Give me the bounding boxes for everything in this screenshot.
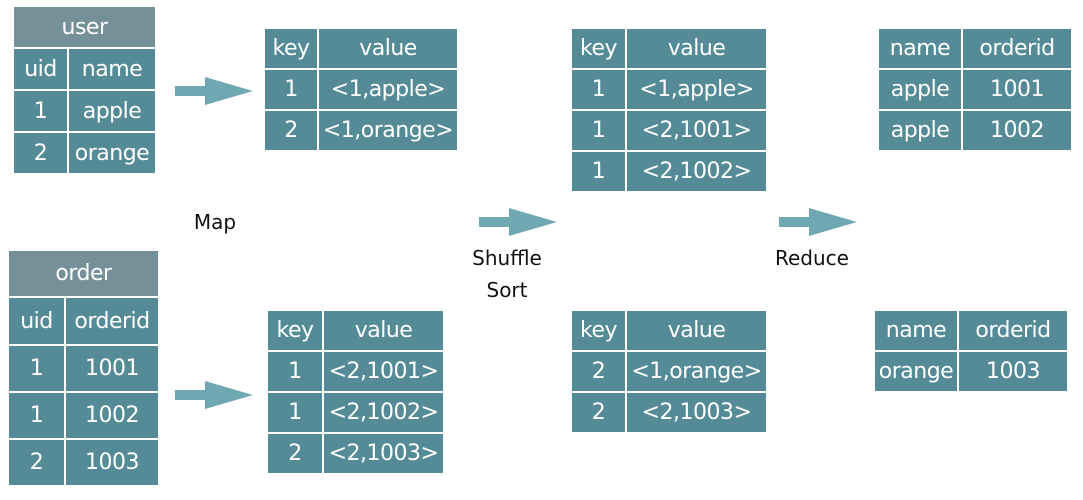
map-stage-label: Map — [193, 210, 237, 234]
reduce-orange-table: name orderid orange 1003 — [873, 309, 1069, 393]
cell: <2,1002> — [627, 152, 766, 191]
cell: 1002 — [66, 393, 158, 438]
cell: apple — [879, 111, 961, 150]
cell: 1 — [572, 111, 625, 150]
arrow-right-icon — [175, 381, 253, 409]
header-cell: orderid — [66, 298, 158, 344]
header-cell: value — [319, 29, 457, 68]
cell: 1 — [9, 346, 64, 391]
table-row: 1 <1,apple> — [572, 70, 766, 109]
cell: <1,apple> — [627, 70, 766, 109]
header-cell: name — [69, 49, 155, 89]
cell: 1 — [9, 393, 64, 438]
order-table: order uid orderid 1 1001 1 1002 2 1003 — [7, 249, 160, 487]
header-cell: key — [572, 311, 625, 350]
table-row: 2 <1,orange> — [265, 111, 457, 150]
header-cell: name — [875, 311, 957, 350]
cell: 2 — [14, 133, 67, 173]
cell: <1,orange> — [627, 352, 766, 391]
cell: apple — [69, 91, 155, 131]
cell: 1 — [265, 70, 317, 109]
shuffle-stage-label: Shuffle — [472, 246, 542, 270]
cell: <2,1001> — [627, 111, 766, 150]
cell: 1003 — [959, 352, 1067, 391]
cell: orange — [69, 133, 155, 173]
table-row: 1 <2,1001> — [572, 111, 766, 150]
cell: <2,1002> — [324, 393, 443, 432]
table-row: apple 1001 — [879, 70, 1071, 109]
reduce-stage-label: Reduce — [775, 246, 849, 270]
table-row: 2 1003 — [9, 440, 158, 485]
header-cell: orderid — [959, 311, 1067, 350]
table-row: 1 apple — [14, 91, 155, 131]
header-cell: key — [265, 29, 317, 68]
cell: orange — [875, 352, 957, 391]
table-row: 2 <2,1003> — [268, 434, 443, 473]
header-cell: key — [572, 29, 625, 68]
table-row: 2 <2,1003> — [572, 393, 766, 432]
table-title: user — [14, 7, 155, 47]
cell: 1 — [572, 70, 625, 109]
cell: 2 — [265, 111, 317, 150]
arrow-right-icon — [479, 208, 557, 236]
table-row: 1 <2,1002> — [268, 393, 443, 432]
shuffle-key1-table: key value 1 <1,apple> 1 <2,1001> 1 <2,10… — [570, 27, 768, 193]
arrow-right-icon — [779, 208, 857, 236]
header-cell: name — [879, 29, 961, 68]
table-row: 1 <1,apple> — [265, 70, 457, 109]
cell: 2 — [572, 352, 625, 391]
header-cell: key — [268, 311, 322, 350]
table-row: 1 1002 — [9, 393, 158, 438]
user-table: user uid name 1 apple 2 orange — [12, 5, 157, 175]
cell: 1 — [14, 91, 67, 131]
cell: 1 — [572, 152, 625, 191]
header-cell: orderid — [963, 29, 1071, 68]
table-title: order — [9, 251, 158, 296]
header-cell: uid — [14, 49, 67, 89]
cell: 1 — [268, 352, 322, 391]
cell: 1002 — [963, 111, 1071, 150]
cell: <2,1001> — [324, 352, 443, 391]
header-cell: value — [627, 311, 766, 350]
cell: apple — [879, 70, 961, 109]
header-cell: value — [627, 29, 766, 68]
table-row: 1 <2,1002> — [572, 152, 766, 191]
table-row: 2 orange — [14, 133, 155, 173]
cell: <1,orange> — [319, 111, 457, 150]
cell: 1001 — [963, 70, 1071, 109]
cell: 2 — [572, 393, 625, 432]
cell: 1001 — [66, 346, 158, 391]
cell: <2,1003> — [627, 393, 766, 432]
cell: 1 — [268, 393, 322, 432]
arrow-right-icon — [175, 77, 253, 105]
cell: <1,apple> — [319, 70, 457, 109]
header-cell: uid — [9, 298, 64, 344]
table-row: 1 <2,1001> — [268, 352, 443, 391]
table-row: 1 1001 — [9, 346, 158, 391]
table-row: 2 <1,orange> — [572, 352, 766, 391]
sort-stage-label: Sort — [486, 278, 528, 302]
cell: 2 — [268, 434, 322, 473]
header-cell: value — [324, 311, 443, 350]
map-user-output-table: key value 1 <1,apple> 2 <1,orange> — [263, 27, 459, 152]
cell: 1003 — [66, 440, 158, 485]
map-order-output-table: key value 1 <2,1001> 1 <2,1002> 2 <2,100… — [266, 309, 445, 475]
cell: <2,1003> — [324, 434, 443, 473]
table-row: apple 1002 — [879, 111, 1071, 150]
reduce-apple-table: name orderid apple 1001 apple 1002 — [877, 27, 1073, 152]
table-row: orange 1003 — [875, 352, 1067, 391]
shuffle-key2-table: key value 2 <1,orange> 2 <2,1003> — [570, 309, 768, 434]
cell: 2 — [9, 440, 64, 485]
